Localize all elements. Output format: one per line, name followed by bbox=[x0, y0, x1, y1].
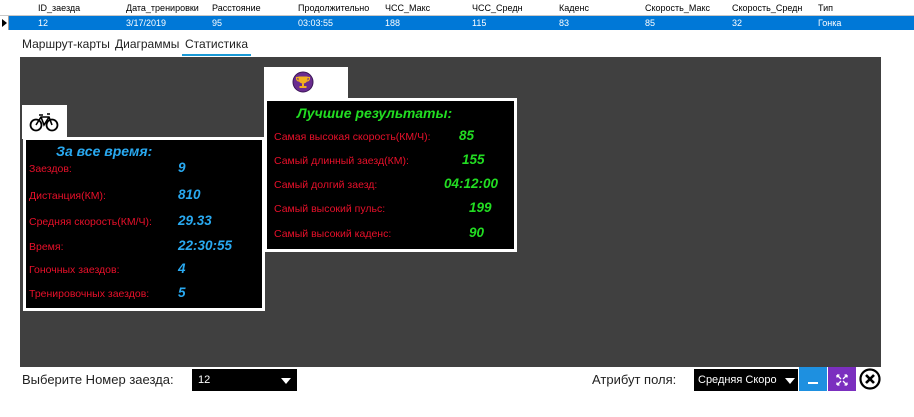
close-button[interactable] bbox=[858, 367, 884, 391]
field-attribute-value: Средняя Скоро bbox=[698, 374, 777, 386]
column-header[interactable]: ЧСС_Средн bbox=[472, 1, 523, 15]
all-time-card: За все время: Заездов: 9 Дистанция(КМ): … bbox=[23, 137, 265, 311]
tab-charts[interactable]: Диаграммы bbox=[115, 34, 179, 54]
best-results-label: Самый длинный заезд(КМ): bbox=[274, 155, 409, 167]
table-cell[interactable]: 115 bbox=[472, 16, 486, 30]
table-row[interactable]: 12 3/17/2019 95 03:03:55 188 115 83 85 3… bbox=[9, 16, 914, 30]
table-cell[interactable]: 85 bbox=[645, 16, 655, 30]
statistics-panel: За все время: Заездов: 9 Дистанция(КМ): … bbox=[20, 57, 881, 367]
best-results-value: 199 bbox=[469, 200, 492, 215]
restore-button[interactable] bbox=[828, 367, 856, 391]
all-time-label: Гоночных заездов: bbox=[29, 264, 120, 276]
all-time-label: Время: bbox=[29, 241, 64, 253]
minimize-icon bbox=[808, 382, 818, 384]
bicycle-icon bbox=[29, 111, 59, 138]
all-time-icon-tab bbox=[22, 105, 67, 139]
best-results-title: Лучшие результаты: bbox=[297, 105, 453, 121]
tab-statistics[interactable]: Статистика bbox=[182, 34, 252, 56]
column-header[interactable]: Тип bbox=[818, 1, 833, 15]
best-results-value: 90 bbox=[469, 225, 485, 240]
table-cell[interactable]: 95 bbox=[212, 16, 222, 30]
best-results-icon-tab bbox=[264, 67, 348, 101]
field-attribute-label: Атрибут поля: bbox=[592, 372, 677, 387]
restore-icon bbox=[836, 373, 848, 391]
table-cell[interactable]: Гонка bbox=[818, 16, 841, 30]
runs-grid[interactable]: ID_заезда Дата_тренировки Расстояние Про… bbox=[0, 0, 914, 30]
chevron-down-icon[interactable] bbox=[785, 378, 795, 384]
all-time-label: Дистанция(КМ): bbox=[29, 190, 106, 202]
table-cell[interactable]: 03:03:55 bbox=[298, 16, 333, 30]
all-time-value: 4 bbox=[178, 261, 186, 276]
row-selector-arrow-icon[interactable] bbox=[0, 16, 9, 30]
all-time-label: Заездов: bbox=[29, 163, 72, 175]
column-header[interactable]: ID_заезда bbox=[38, 1, 80, 15]
select-run-label: Выберите Номер заезда: bbox=[22, 372, 174, 387]
close-icon bbox=[859, 368, 881, 395]
column-header[interactable]: Скорость_Средн bbox=[732, 1, 802, 15]
column-header[interactable]: Каденс bbox=[559, 1, 589, 15]
table-cell[interactable]: 12 bbox=[38, 16, 48, 30]
best-results-value: 85 bbox=[459, 128, 475, 143]
column-header[interactable]: Скорость_Макс bbox=[645, 1, 710, 15]
best-results-label: Самый высокий каденс: bbox=[274, 228, 392, 240]
all-time-label: Тренировочных заездов: bbox=[29, 288, 150, 300]
column-header[interactable]: ЧСС_Макс bbox=[385, 1, 430, 15]
all-time-value: 22:30:55 bbox=[178, 238, 233, 253]
all-time-label: Средняя скорость(КМ/Ч): bbox=[29, 216, 152, 228]
table-cell[interactable]: 3/17/2019 bbox=[126, 16, 166, 30]
trophy-icon bbox=[292, 71, 314, 98]
grid-header: ID_заезда Дата_тренировки Расстояние Про… bbox=[0, 0, 914, 16]
all-time-value: 5 bbox=[178, 285, 186, 300]
best-results-label: Самая высокая скорость(КМ/Ч): bbox=[274, 131, 431, 143]
table-cell[interactable]: 83 bbox=[559, 16, 569, 30]
all-time-value: 9 bbox=[178, 160, 186, 175]
column-header[interactable]: Расстояние bbox=[212, 1, 261, 15]
chevron-down-icon[interactable] bbox=[281, 378, 291, 384]
tab-route-maps[interactable]: Маршрут-карты bbox=[22, 34, 110, 54]
run-number-value: 12 bbox=[198, 374, 211, 386]
table-cell[interactable]: 188 bbox=[385, 16, 400, 30]
best-results-card: Лучшие результаты: Самая высокая скорост… bbox=[264, 98, 517, 252]
all-time-value: 29.33 bbox=[178, 213, 212, 228]
best-results-value: 04:12:00 bbox=[444, 176, 499, 191]
run-number-dropdown[interactable]: 12 bbox=[192, 369, 297, 391]
minimize-button[interactable] bbox=[799, 367, 827, 391]
best-results-label: Самый высокий пульс: bbox=[274, 203, 386, 215]
all-time-value: 810 bbox=[178, 187, 201, 202]
best-results-label: Самый долгий заезд: bbox=[274, 179, 378, 191]
column-header[interactable]: Продолжительно bbox=[298, 1, 369, 15]
table-cell[interactable]: 32 bbox=[732, 16, 742, 30]
best-results-value: 155 bbox=[462, 152, 485, 167]
all-time-title: За все время: bbox=[56, 143, 153, 159]
column-header[interactable]: Дата_тренировки bbox=[126, 1, 199, 15]
field-attribute-dropdown[interactable]: Средняя Скоро bbox=[694, 369, 798, 391]
